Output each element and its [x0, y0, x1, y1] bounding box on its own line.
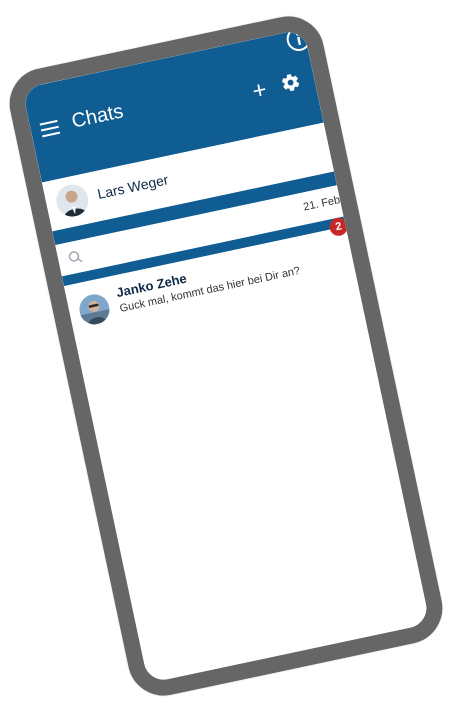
avatar [76, 291, 113, 328]
stage: Chats + Lars Weger 21. Feb 2 Janko Zehe … [0, 0, 450, 713]
avatar[interactable] [53, 181, 92, 220]
chat-date: 21. Feb [302, 194, 342, 214]
gear-icon[interactable] [279, 71, 303, 95]
page-title: Chats [69, 100, 126, 133]
profile-name: Lars Weger [95, 171, 170, 202]
phone-mockup: Chats + Lars Weger 21. Feb 2 Janko Zehe … [2, 9, 450, 703]
info-icon[interactable] [283, 28, 314, 55]
menu-icon[interactable] [39, 119, 61, 138]
add-chat-button[interactable]: + [245, 76, 273, 105]
app-screen: Chats + Lars Weger 21. Feb 2 Janko Zehe … [21, 28, 431, 684]
phone-frame: Chats + Lars Weger 21. Feb 2 Janko Zehe … [2, 9, 450, 703]
search-icon [68, 251, 83, 263]
